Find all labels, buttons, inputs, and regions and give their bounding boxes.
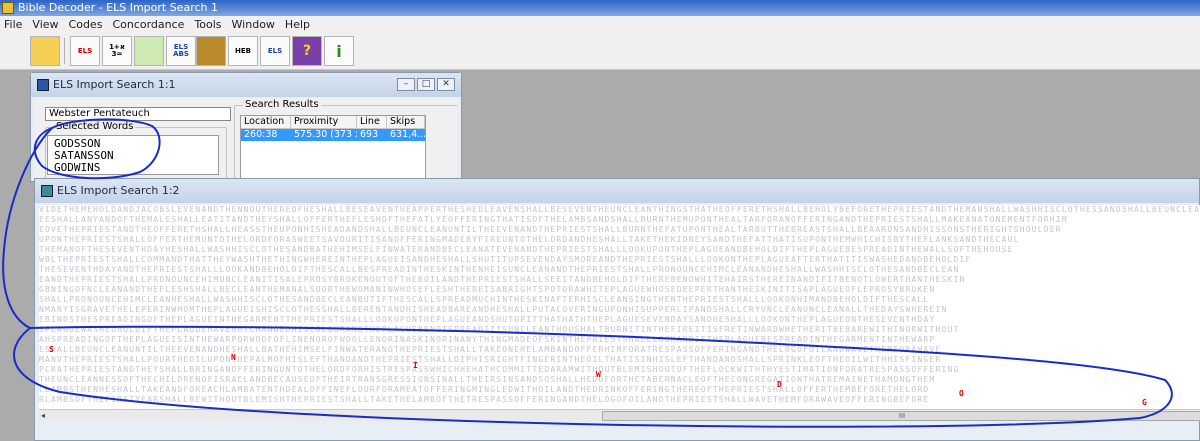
bible-book-icon[interactable] — [196, 36, 226, 66]
els-abs-icon[interactable]: ELS ABS — [166, 36, 196, 66]
window-2-title-bar[interactable]: ELS Import Search 1:2 — [35, 179, 1199, 203]
grid-row: THEMANOFTHESEVENTHDAYHESHALLWASHHISCLOTH… — [39, 245, 1014, 254]
window-1-body: Webster Pentateuch Selected Words GODSSO… — [35, 99, 458, 185]
column-header-location[interactable]: Location — [241, 116, 291, 128]
gematria-icon[interactable]: 1+א =3 — [102, 36, 132, 66]
results-header-row: Location Proximity Line Skips — [241, 116, 425, 129]
grid-row: SPLAGUEWASHEDHOLDIFTHEPLAGUEHAVENOTCHANG… — [39, 325, 960, 334]
menu-concordance[interactable]: Concordance — [112, 18, 184, 31]
results-row-selected[interactable]: 260:38 575.30 (373 x ... 693 631,4... — [241, 129, 425, 141]
grid-row: EOVETHEPRIESTANDTHEOFFERETHSHALLHEASSTHE… — [39, 225, 1062, 234]
toolbar-separator — [64, 38, 65, 64]
maximize-button[interactable]: □ — [417, 78, 435, 91]
selected-words-list[interactable]: GODSSON SATANSSON GODWINS — [47, 135, 219, 175]
grid-row: EANDTHEPRIESTSHALLPRONOUNCEHIMUNCLEANITI… — [39, 275, 966, 284]
bible-decoder-app: Bible Decoder - ELS Import Search 1 File… — [0, 0, 1200, 441]
els-hebrew-icon[interactable]: ELS — [70, 36, 100, 66]
scroll-thumb[interactable]: III — [602, 411, 1200, 421]
horizontal-scrollbar[interactable]: ◂ III — [39, 409, 1200, 421]
selected-word-item[interactable]: GODWINS — [54, 162, 218, 174]
window-1-title: ELS Import Search 1:1 — [53, 78, 176, 91]
grid-row: NMANYISGRAVETHELEPERINWHOMTHEPLAGUEISHIS… — [39, 305, 948, 314]
grid-row: RLAMBSOFTHEFIRSTYEARSHALLBEWITHOUTBLEMIS… — [39, 395, 930, 404]
grid-row: THEUNCLEANNESSOFTHECHILDRENOFISRAELANDBE… — [39, 375, 936, 384]
column-header-proximity[interactable]: Proximity — [291, 116, 357, 128]
column-header-skips[interactable]: Skips — [387, 116, 425, 128]
grid-row: PCRATHEPRIESTANDTHEYSHALLBRINGANOFFERING… — [39, 365, 960, 374]
info-icon[interactable]: i — [324, 36, 354, 66]
grid-row: EBINDSTHESPREADINGOFTHEPLAGUEINTHEGARMEN… — [39, 315, 936, 324]
window-2-title: ELS Import Search 1:2 — [57, 184, 180, 197]
menu-codes[interactable]: Codes — [69, 18, 103, 31]
selected-words-label: Selected Words — [54, 121, 136, 133]
grid-row: SHALLPRONOUNCEHIMCLEANHESHALLWASHHISCLOT… — [39, 295, 930, 304]
menu-window[interactable]: Window — [232, 18, 275, 31]
found-letter[interactable]: G — [1142, 398, 1147, 408]
menu-bar: File View Codes Concordance Tools Window… — [0, 16, 1200, 32]
menu-file[interactable]: File — [4, 18, 22, 31]
found-letter[interactable]: I — [413, 361, 418, 371]
grid-row: THESEVENTHDAYANDTHEPRIESTSHALLLOOKANDBEH… — [39, 265, 960, 274]
app-title-bar: Bible Decoder - ELS Import Search 1 — [0, 0, 1200, 16]
menu-tools[interactable]: Tools — [194, 18, 221, 31]
book-search-icon[interactable] — [30, 36, 60, 66]
found-letter[interactable]: W — [596, 370, 601, 380]
result-line: 693 — [360, 129, 379, 140]
window-1-title-bar[interactable]: ELS Import Search 1:1 – □ ✕ — [31, 73, 461, 97]
grid-row: EESHALLANYANDOFTHEMALESHALLEATITANDTHEYS… — [39, 215, 1068, 224]
grid-row: UPONTHEPRIESTSHALLOFFERTHEMUNTOTHELORDFO… — [39, 235, 1020, 244]
found-letter[interactable]: O — [959, 389, 964, 399]
result-skips: 631,4... — [390, 129, 425, 140]
grid-row: VIDETHEMEHOLDANDJACOBSLEVENANDTHENNOUTHE… — [39, 205, 1200, 214]
search-results-label: Search Results — [243, 99, 321, 111]
column-header-line[interactable]: Line — [357, 116, 387, 128]
grid-row: MANVTHEPRIESTSHALLPOURTHEOILUPONTHEPALMO… — [39, 355, 942, 364]
source-file-field[interactable]: Webster Pentateuch — [45, 107, 231, 121]
found-letter[interactable]: N — [231, 353, 236, 363]
grid-window-icon — [37, 79, 49, 91]
menu-help[interactable]: Help — [285, 18, 310, 31]
globe-arrow-icon[interactable] — [134, 36, 164, 66]
app-title: Bible Decoder - ELS Import Search 1 — [18, 1, 219, 14]
help-book-icon[interactable]: ? — [292, 36, 322, 66]
scroll-left-icon[interactable]: ◂ — [41, 411, 45, 420]
els-import-search-window-1: ELS Import Search 1:1 – □ ✕ Webster Pent… — [30, 72, 462, 185]
grid-window-icon — [41, 185, 53, 197]
toolbar: ELS 1+א =3 ELS ABS HEB ELS ? i — [0, 32, 1200, 70]
found-letter[interactable]: S — [49, 345, 54, 355]
els-import-icon[interactable]: ELS — [260, 36, 290, 66]
grid-row: GBNINGOFNCLEANANDTHEFLESHSHALLBECLEANTHE… — [39, 285, 936, 294]
grid-row: WBLTHEPRIESTSHALLCOMMANDTHATTHEYWASHTHET… — [39, 255, 972, 264]
search-results-table[interactable]: Location Proximity Line Skips 260:38 575… — [240, 115, 426, 181]
close-button[interactable]: ✕ — [437, 78, 455, 91]
grid-row: CLAMBSTHENHESHALLTAKEANDFOREACHLAMBATENT… — [39, 385, 930, 394]
window-1-controls: – □ ✕ — [397, 78, 455, 91]
hebrew-keyboard-icon[interactable]: HEB — [228, 36, 258, 66]
result-location: 260:38 — [244, 129, 278, 140]
found-letter[interactable]: D — [777, 380, 782, 390]
grid-row: AHSPREADINGOFTHEPLAGUEISINTHEWARPORWOOFO… — [39, 335, 936, 344]
app-icon — [2, 2, 14, 14]
menu-view[interactable]: View — [32, 18, 58, 31]
els-import-search-window-2: ELS Import Search 1:2 VIDETHEMEHOLDANDJA… — [34, 178, 1200, 441]
grid-row: ESHALLBEUNCLEANUNTILTHEEVENANDHESHALLBAT… — [39, 345, 942, 354]
els-letter-grid[interactable]: VIDETHEMEHOLDANDJACOBSLEVENANDTHENNOUTHE… — [39, 205, 1200, 409]
result-proximity: 575.30 (373 x ... — [294, 129, 357, 140]
minimize-button[interactable]: – — [397, 78, 415, 91]
